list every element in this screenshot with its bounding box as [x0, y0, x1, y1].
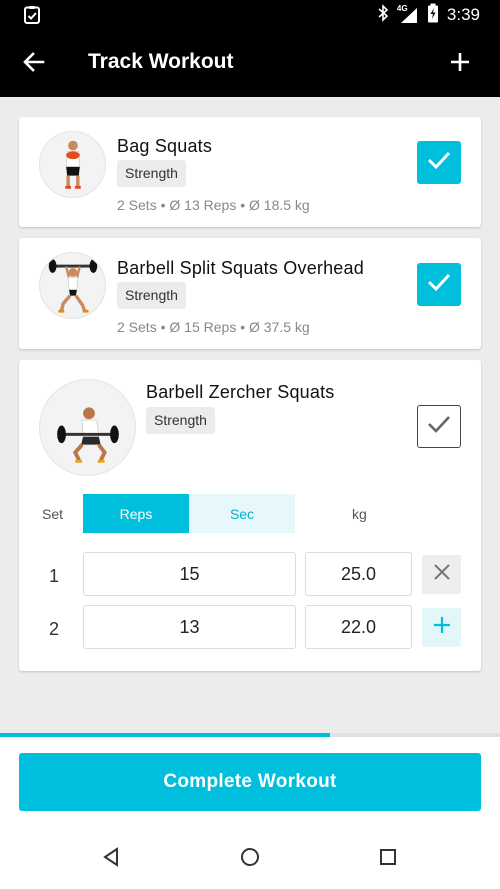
weight-input[interactable]: 22.0	[305, 605, 412, 649]
reps-input[interactable]: 15	[83, 552, 296, 596]
exercise-card-expanded[interactable]: Barbell Zercher Squats Strength Set Reps…	[19, 360, 481, 671]
complete-workout-button[interactable]: Complete Workout	[19, 753, 481, 811]
battery-charging-icon	[427, 3, 439, 28]
circle-home-icon	[240, 847, 260, 872]
exercise-complete-checkbox[interactable]	[417, 405, 461, 448]
stat-weight: Ø 37.5 kg	[249, 319, 310, 335]
exercise-list: Bag Squats Strength 2 Sets • Ø 13 Reps •…	[0, 97, 500, 737]
status-bar: 4G 3:39	[0, 0, 500, 30]
workout-progress-fill	[0, 733, 330, 737]
set-number: 1	[49, 566, 60, 586]
signal-icon: 4G	[397, 4, 419, 24]
app-bar: Track Workout	[0, 30, 500, 97]
weight-input[interactable]: 25.0	[305, 552, 412, 596]
mode-toggle: Reps Sec	[83, 494, 295, 533]
exercise-card[interactable]: Bag Squats Strength 2 Sets • Ø 13 Reps •…	[19, 117, 481, 227]
close-icon	[433, 564, 450, 585]
checkmark-icon	[426, 150, 452, 175]
plus-icon	[433, 616, 451, 639]
exercise-stats: 2 Sets • Ø 13 Reps • Ø 18.5 kg	[117, 197, 310, 213]
back-button[interactable]	[14, 44, 54, 84]
stat-weight: Ø 18.5 kg	[249, 197, 310, 213]
add-set-button[interactable]	[422, 608, 461, 647]
stat-sets: 2 Sets	[117, 319, 157, 335]
sec-mode-button[interactable]: Sec	[189, 494, 295, 533]
exercise-name: Bag Squats	[117, 136, 213, 156]
stat-reps: Ø 13 Reps	[169, 197, 237, 213]
category-tag: Strength	[117, 160, 186, 187]
stat-reps: Ø 15 Reps	[169, 319, 237, 335]
triangle-back-icon	[102, 846, 120, 872]
checkmark-icon	[426, 414, 452, 439]
system-nav-bar	[0, 830, 500, 889]
exercise-card[interactable]: Barbell Split Squats Overhead Strength 2…	[19, 238, 481, 349]
plus-icon	[450, 52, 470, 77]
clipboard-check-icon	[22, 5, 42, 25]
category-tag: Strength	[117, 282, 186, 309]
nav-recents-button[interactable]	[373, 844, 403, 874]
exercise-thumbnail	[39, 252, 106, 319]
exercise-thumbnail	[39, 379, 136, 476]
nav-home-button[interactable]	[235, 844, 265, 874]
nav-back-button[interactable]	[96, 844, 126, 874]
page-title: Track Workout	[88, 50, 234, 73]
reps-input[interactable]: 13	[83, 605, 296, 649]
exercise-stats: 2 Sets • Ø 15 Reps • Ø 37.5 kg	[117, 319, 310, 335]
square-recents-icon	[379, 848, 397, 871]
reps-mode-button[interactable]: Reps	[83, 494, 189, 533]
exercise-complete-checkbox[interactable]	[417, 141, 461, 184]
bluetooth-icon	[377, 3, 389, 27]
kg-column-label: kg	[352, 506, 367, 522]
checkmark-icon	[426, 272, 452, 297]
exercise-complete-checkbox[interactable]	[417, 263, 461, 306]
exercise-thumbnail	[39, 131, 106, 198]
remove-set-button[interactable]	[422, 555, 461, 594]
exercise-name: Barbell Zercher Squats	[146, 382, 335, 402]
set-column-label: Set	[42, 506, 64, 522]
exercise-name: Barbell Split Squats Overhead	[117, 258, 364, 278]
workout-progress-bar	[0, 733, 500, 737]
category-tag: Strength	[146, 407, 215, 434]
add-exercise-button[interactable]	[440, 44, 480, 84]
arrow-left-icon	[23, 51, 45, 77]
set-number: 2	[49, 619, 60, 639]
clock: 3:39	[446, 5, 480, 24]
stat-sets: 2 Sets	[117, 197, 157, 213]
